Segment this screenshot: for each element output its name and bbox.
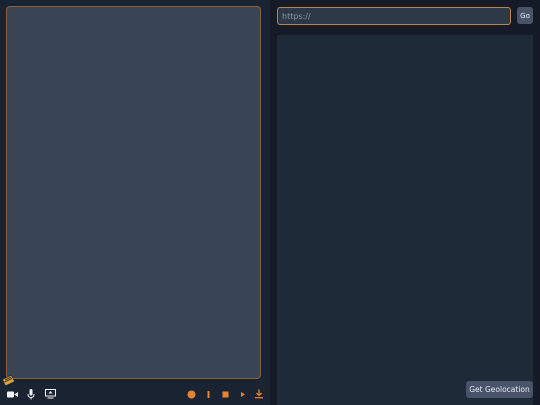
- record-icon[interactable]: [185, 388, 197, 400]
- left-panel: [0, 0, 270, 405]
- recording-controls: [185, 388, 265, 400]
- pause-icon[interactable]: [202, 388, 214, 400]
- screen-share-icon[interactable]: [44, 388, 56, 400]
- media-source-controls: [6, 388, 56, 400]
- microphone-icon[interactable]: [25, 388, 37, 400]
- browser-viewport[interactable]: [277, 35, 533, 405]
- go-button[interactable]: Go: [517, 7, 533, 24]
- url-input[interactable]: [277, 7, 511, 25]
- stop-icon[interactable]: [219, 388, 231, 400]
- browser-panel: Go Get Geolocation: [270, 0, 540, 405]
- download-icon[interactable]: [253, 388, 265, 400]
- app-logo-icon: [2, 371, 15, 386]
- camera-icon[interactable]: [6, 388, 18, 400]
- play-icon[interactable]: [236, 388, 248, 400]
- get-geolocation-button[interactable]: Get Geolocation: [466, 381, 533, 398]
- video-preview: [6, 6, 261, 379]
